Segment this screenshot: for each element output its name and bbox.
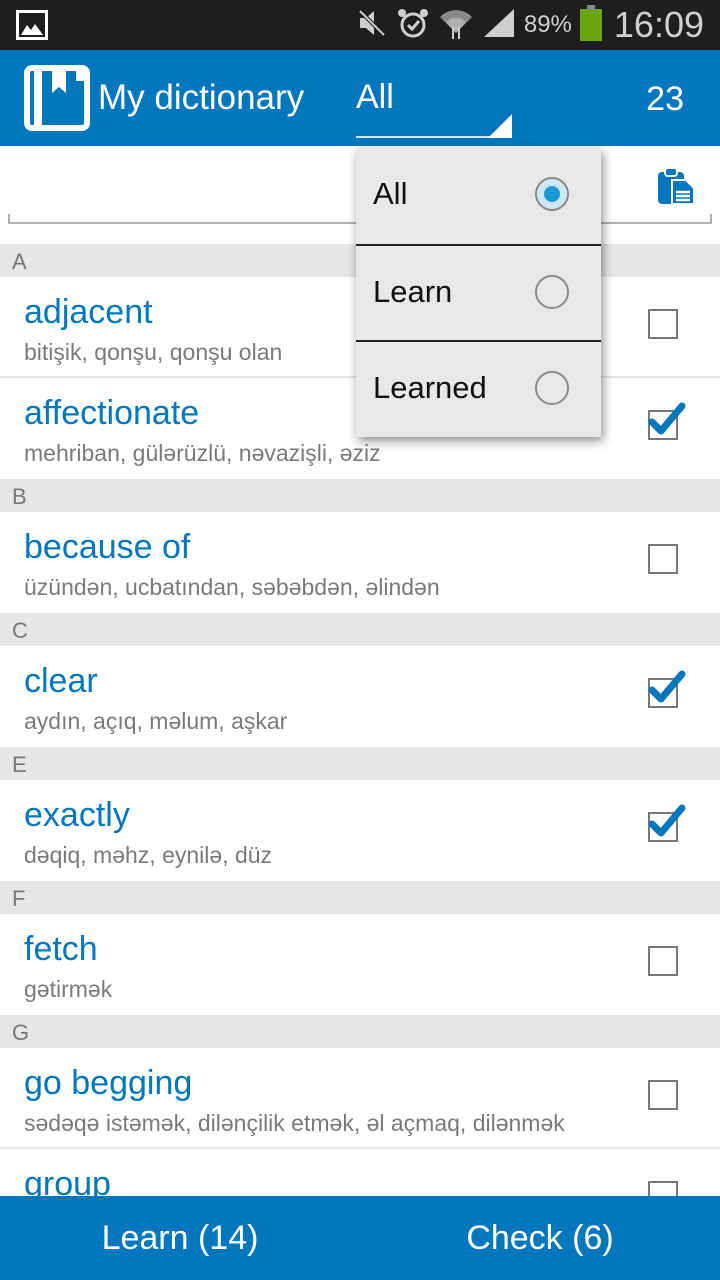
- app-title: My dictionary: [98, 78, 305, 117]
- filter-option-learn[interactable]: Learn: [356, 244, 601, 340]
- word: because of: [24, 528, 191, 566]
- paste-button[interactable]: [656, 166, 704, 210]
- word-count: 23: [646, 80, 684, 118]
- battery-icon: [579, 4, 602, 46]
- clock: 16:09: [613, 4, 704, 45]
- word: clear: [24, 662, 98, 700]
- clipboard-icon: [656, 167, 696, 210]
- section-header-e: E: [0, 747, 720, 780]
- checkmark-icon: [648, 804, 686, 837]
- battery-percent: 89%: [523, 11, 572, 38]
- word: exactly: [24, 796, 130, 834]
- filter-dropdown-menu: All Learn Learned: [356, 148, 601, 437]
- gallery-icon: [16, 10, 48, 45]
- translation: üzündən, ucbatından, səbəbdən, əlindən: [24, 574, 440, 600]
- checkmark-icon: [648, 402, 686, 435]
- mute-icon: [356, 7, 388, 44]
- option-label: All: [373, 176, 408, 211]
- list-item[interactable]: group: [0, 1149, 720, 1196]
- word: fetch: [24, 930, 98, 968]
- filter-spinner[interactable]: All: [356, 70, 512, 138]
- section-header-g: G: [0, 1015, 720, 1048]
- section-header-f: F: [0, 881, 720, 914]
- learned-checkbox[interactable]: [648, 946, 678, 976]
- learned-checkbox[interactable]: [648, 544, 678, 574]
- translation: mehriban, gülərüzlü, nəvazişli, əziz: [24, 440, 381, 466]
- word: adjacent: [24, 293, 153, 331]
- signal-icon: [482, 7, 516, 44]
- wifi-icon: [438, 5, 474, 46]
- translation: bitişik, qonşu, qonşu olan: [24, 339, 283, 365]
- list-item[interactable]: clear aydın, açıq, məlum, aşkar: [0, 646, 720, 747]
- section-header-c: C: [0, 613, 720, 646]
- learned-checkbox[interactable]: [648, 1181, 678, 1196]
- list-item[interactable]: exactly dəqiq, məhz, eynilə, düz: [0, 780, 720, 881]
- translation: dəqiq, məhz, eynilə, düz: [24, 842, 273, 868]
- section-header-b: B: [0, 479, 720, 512]
- filter-selected-value: All: [356, 78, 394, 116]
- check-button[interactable]: Check (6): [360, 1196, 720, 1280]
- option-label: Learned: [373, 370, 487, 405]
- list-item[interactable]: fetch gətirmək: [0, 914, 720, 1015]
- app-bar: My dictionary All 23: [0, 50, 720, 146]
- radio-unselected-icon[interactable]: [535, 371, 569, 405]
- translation: sədəqə istəmək, dilənçilik etmək, əl açm…: [24, 1110, 565, 1136]
- alarm-icon: [396, 6, 430, 45]
- translation: aydın, açıq, məlum, aşkar: [24, 708, 288, 734]
- learned-checkbox[interactable]: [648, 1080, 678, 1110]
- option-label: Learn: [373, 274, 453, 309]
- learned-checkbox[interactable]: [648, 804, 686, 842]
- learned-checkbox[interactable]: [648, 670, 686, 708]
- filter-option-all[interactable]: All: [356, 148, 601, 244]
- radio-selected-icon[interactable]: [535, 177, 569, 211]
- search-underline-right: [710, 214, 712, 224]
- learn-button[interactable]: Learn (14): [0, 1196, 360, 1280]
- status-bar: 89% 16:09: [0, 0, 720, 50]
- word: go begging: [24, 1064, 193, 1102]
- filter-option-learned[interactable]: Learned: [356, 340, 601, 436]
- list-item[interactable]: because of üzündən, ucbatından, səbəbdən…: [0, 512, 720, 613]
- bottom-bar: Learn (14) Check (6): [0, 1196, 720, 1280]
- list-item[interactable]: go begging sədəqə istəmək, dilənçilik et…: [0, 1048, 720, 1149]
- radio-unselected-icon[interactable]: [535, 275, 569, 309]
- learned-checkbox[interactable]: [648, 402, 686, 440]
- word: affectionate: [24, 394, 200, 432]
- word: group: [24, 1165, 111, 1196]
- dictionary-book-icon[interactable]: [24, 65, 90, 136]
- translation: gətirmək: [24, 976, 113, 1002]
- spinner-arrow-icon: [488, 114, 512, 138]
- learned-checkbox[interactable]: [648, 309, 678, 339]
- checkmark-icon: [648, 670, 686, 703]
